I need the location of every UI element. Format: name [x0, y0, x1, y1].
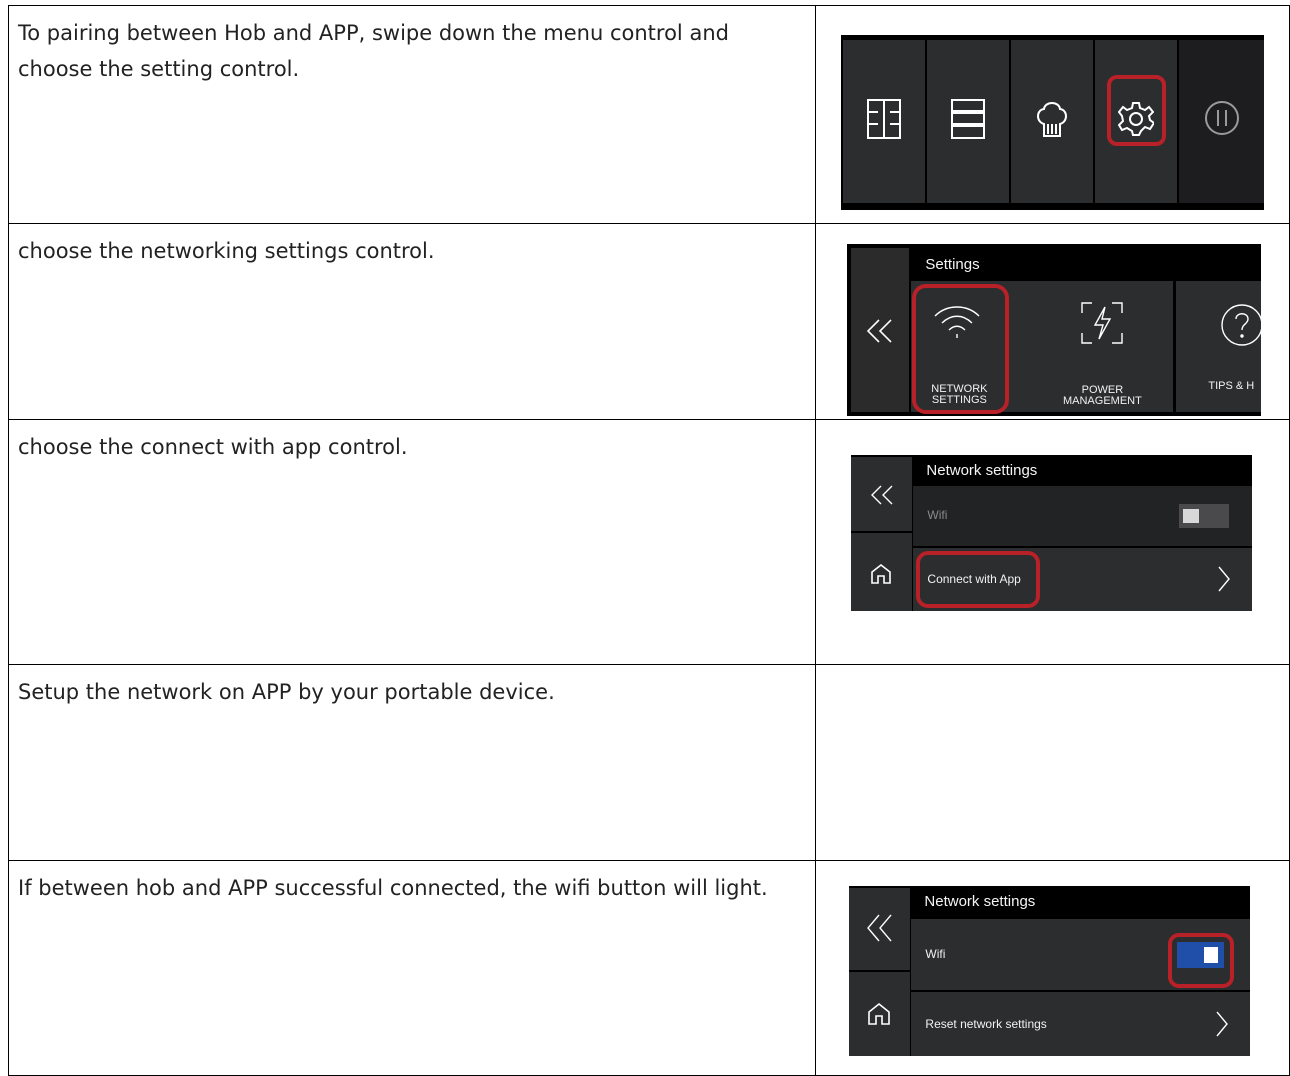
screen-title: Network settings: [924, 893, 1036, 910]
chef-hat-icon: [1037, 102, 1068, 137]
instruction-text: choose the connect with app control.: [7, 419, 817, 665]
home-icon: [871, 563, 892, 584]
instruction-text: Setup the network on APP by your portabl…: [7, 664, 817, 861]
double-chevron-left-icon: [867, 319, 892, 343]
menu-screen: [841, 35, 1265, 210]
screen-title: Network settings: [926, 462, 1038, 479]
list-icon: [951, 99, 986, 139]
toggle-knob: [1183, 509, 1200, 523]
menu-tile-zone[interactable]: [843, 40, 926, 203]
highlight-network-settings: [912, 284, 1010, 414]
screenshot-cell: [815, 664, 1290, 861]
reset-network-row[interactable]: Reset network settings: [911, 992, 1251, 1056]
power-management-icon: [1081, 302, 1124, 344]
chevron-right-icon: [1216, 1011, 1229, 1037]
wifi-label: Wifi: [925, 947, 946, 961]
wifi-row: Wifi: [913, 486, 1253, 546]
instruction-text: If between hob and APP successful connec…: [7, 860, 817, 1076]
menu-tile-pause[interactable]: [1179, 40, 1265, 203]
back-button[interactable]: [851, 457, 913, 531]
network-settings-screen: Network settings Wifi Connect with App: [851, 455, 1253, 611]
menu-tile-chef[interactable]: [1011, 40, 1094, 203]
tile-label: TIPS & H: [1208, 380, 1255, 392]
screenshot-cell: Settings NETWORK SETTINGS POWER MANAGEME…: [815, 223, 1290, 420]
tile-tips-help[interactable]: TIPS & H: [1176, 281, 1262, 412]
pause-icon: [1205, 101, 1240, 135]
table-row: choose the connect with app control. Net…: [7, 419, 1290, 665]
highlight-connect-with-app: [916, 551, 1041, 608]
settings-title: Settings: [925, 256, 980, 273]
screenshot-cell: [815, 5, 1290, 224]
screenshot-cell: Network settings Wifi Connect with App: [815, 419, 1290, 665]
table-row: choose the networking settings control. …: [7, 223, 1290, 420]
wifi-toggle[interactable]: [1179, 504, 1230, 528]
tile-label: POWER MANAGEMENT: [1062, 384, 1142, 407]
chevron-right-icon: [1218, 566, 1231, 592]
back-button[interactable]: [849, 888, 911, 970]
table-row: Setup the network on APP by your portabl…: [7, 664, 1290, 861]
table-row: To pairing between Hob and APP, swipe do…: [7, 5, 1290, 224]
settings-screen: Settings NETWORK SETTINGS POWER MANAGEME…: [847, 244, 1262, 416]
network-settings-screen-connected: Network settings Wifi Reset network sett…: [849, 886, 1251, 1056]
double-chevron-left-icon: [871, 485, 893, 505]
highlight-gear: [1107, 75, 1167, 146]
menu-tile-list[interactable]: [927, 40, 1010, 203]
wifi-label: Wifi: [927, 508, 948, 522]
home-icon: [868, 1002, 891, 1025]
table-row: If between hob and APP successful connec…: [7, 860, 1290, 1076]
screenshot-cell: Network settings Wifi Reset network sett…: [815, 860, 1290, 1076]
instruction-text: choose the networking settings control.: [7, 223, 817, 420]
instruction-text: To pairing between Hob and APP, swipe do…: [7, 5, 817, 224]
help-icon: [1221, 304, 1262, 346]
home-button[interactable]: [849, 972, 911, 1056]
instruction-table: To pairing between Hob and APP, swipe do…: [7, 5, 1290, 1076]
zone-icon: [867, 99, 902, 139]
back-button[interactable]: [851, 248, 910, 412]
reset-label: Reset network settings: [925, 1017, 1047, 1031]
home-button[interactable]: [851, 533, 913, 611]
double-chevron-left-icon: [867, 914, 892, 942]
highlight-wifi-toggle: [1168, 933, 1235, 988]
tile-power-management[interactable]: POWER MANAGEMENT: [1031, 281, 1174, 412]
